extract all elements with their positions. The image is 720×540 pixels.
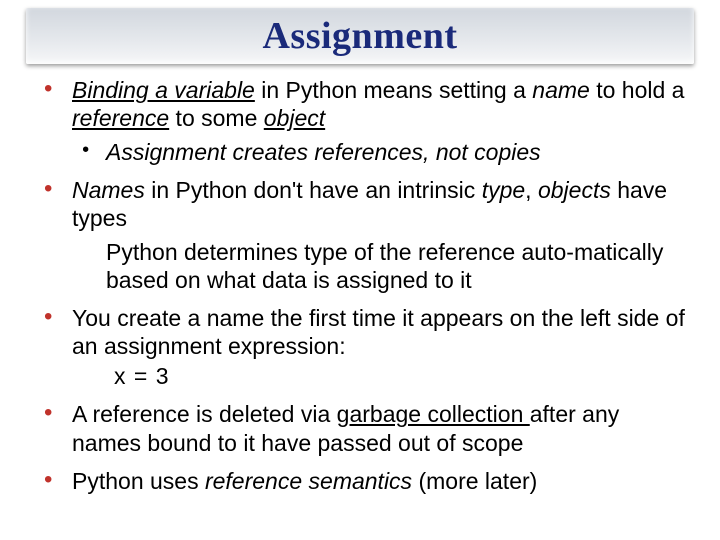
title-bar: Assignment [26, 8, 694, 64]
bullet-binding: Binding a variable in Python means setti… [30, 76, 688, 166]
slide: Assignment Binding a variable in Python … [0, 8, 720, 540]
body-list: Binding a variable in Python means setti… [26, 76, 694, 495]
sub-list: Assignment creates references, not copie… [72, 138, 688, 166]
term-reference-semantics: reference semantics [205, 468, 412, 494]
term-name: name [532, 77, 590, 103]
term-names: Names [72, 177, 145, 203]
term-objects: objects [538, 177, 611, 203]
term-binding-variable: Binding a variable [72, 77, 255, 103]
text: A reference is deleted via [72, 401, 337, 427]
text: Python uses [72, 468, 205, 494]
text: , [525, 177, 538, 203]
text: to some [169, 105, 264, 131]
text: in Python don't have an intrinsic [145, 177, 482, 203]
slide-title: Assignment [26, 14, 694, 58]
sub-list: Python determines type of the reference … [72, 238, 688, 294]
bullet-names-types: Names in Python don't have an intrinsic … [30, 176, 688, 294]
text: You create a name the first time it appe… [72, 305, 685, 359]
text: in Python means setting a [255, 77, 532, 103]
term-object: object [264, 105, 325, 131]
term-type: type [482, 177, 525, 203]
term-reference: reference [72, 105, 169, 131]
code-example: x = 3 [72, 362, 688, 390]
sub-text-auto-type: Python determines type of the reference … [72, 238, 688, 294]
bullet-create-name: You create a name the first time it appe… [30, 304, 688, 390]
bullet-reference-semantics: Python uses reference semantics (more la… [30, 467, 688, 495]
bullet-garbage-collection: A reference is deleted via garbage colle… [30, 400, 688, 456]
term-garbage-collection: garbage collection [337, 401, 530, 427]
text: (more later) [412, 468, 537, 494]
sub-bullet-references-not-copies: Assignment creates references, not copie… [72, 138, 688, 166]
text: to hold a [590, 77, 685, 103]
